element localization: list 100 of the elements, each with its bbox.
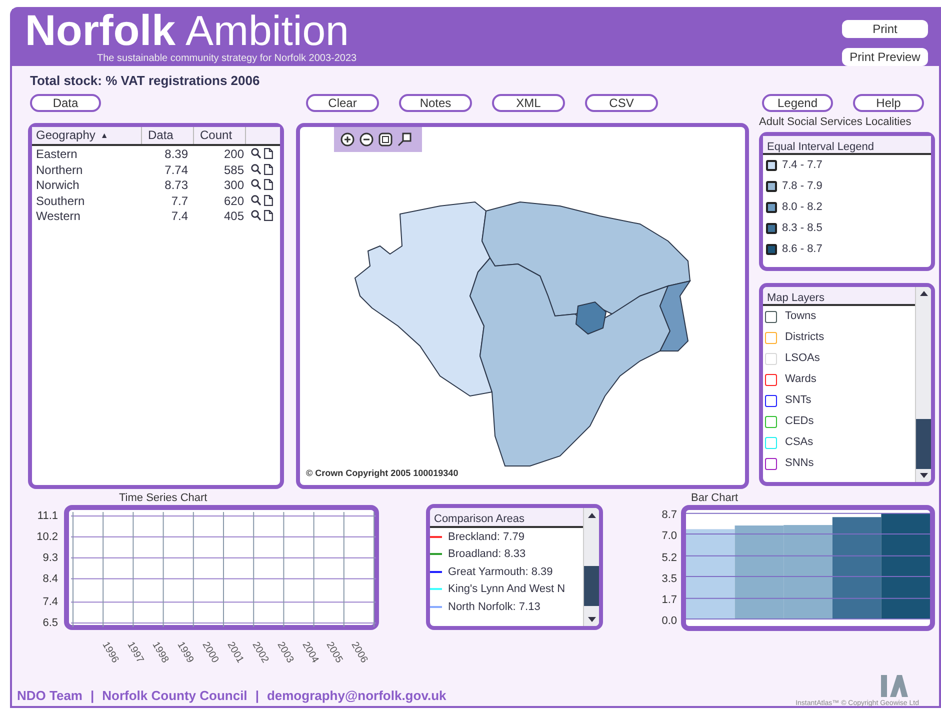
document-icon[interactable] — [264, 179, 273, 190]
panel-title: Map Layers — [763, 287, 915, 306]
legend-label: 7.8 - 7.9 — [782, 179, 822, 194]
separator: | — [90, 686, 94, 705]
legend-label: 8.0 - 8.2 — [782, 200, 822, 216]
map-region[interactable] — [481, 202, 691, 317]
axis-label: 10.2 — [36, 530, 58, 544]
axis-label: 9.3 — [42, 550, 58, 565]
logo-icon — [879, 673, 909, 699]
scroll-thumb[interactable] — [584, 566, 599, 606]
chart-title: Time Series Chart — [119, 492, 208, 505]
comparison-label[interactable]: North Norfolk: 7.13 — [448, 598, 540, 615]
panel-title: Comparison Areas — [430, 508, 583, 528]
table-cell-text: 7.4 — [170, 209, 189, 224]
brand-subtitle: The sustainable community strategy for Norfolk 2003-2023 — [97, 53, 357, 65]
scroll-thumb[interactable] — [916, 418, 931, 468]
table-cell-text: Eastern — [35, 147, 78, 162]
map-copyright: © Crown Copyright 2005 100019340 — [305, 468, 460, 480]
table-cell-text: 405 — [222, 209, 245, 224]
column-header[interactable]: Data — [142, 127, 194, 144]
table-cell-text: 300 — [222, 178, 245, 194]
brand-title: Norfolk — [25, 9, 176, 53]
layer-checkbox[interactable] — [765, 458, 777, 470]
layer-label[interactable]: SNTs — [785, 392, 812, 409]
document-icon[interactable] — [264, 210, 273, 221]
footer-link[interactable]: demography@norfolk.gov.uk — [266, 686, 446, 705]
print-button[interactable]: Print — [842, 20, 928, 38]
column-header[interactable]: Count — [194, 127, 246, 144]
pan-icon[interactable] — [397, 132, 412, 147]
axis-label: 7.4 — [42, 595, 58, 610]
footer-link[interactable]: NDO Team — [17, 686, 82, 705]
layer-label[interactable]: LSOAs — [785, 350, 820, 367]
scrollbar[interactable] — [583, 508, 599, 626]
table-cell-text: 585 — [222, 162, 245, 178]
table-cell-text: 8.39 — [164, 147, 189, 162]
scrollbar[interactable] — [915, 287, 931, 482]
axis-label: 8.7 — [662, 508, 677, 522]
footer-link[interactable]: Norfolk County Council — [102, 686, 248, 705]
map-region[interactable] — [659, 280, 692, 352]
toolbar-button[interactable]: Data — [30, 94, 101, 112]
comparison-label[interactable]: Breckland: 7.79 — [448, 528, 524, 545]
axis-label: 0.0 — [662, 614, 677, 628]
zoom-extent-icon[interactable] — [378, 132, 393, 147]
table-cell-text: Western — [35, 209, 82, 224]
document-icon[interactable] — [264, 164, 273, 174]
layer-label[interactable]: Wards — [785, 371, 816, 388]
layer-label[interactable]: Districts — [785, 329, 824, 346]
panel-title: Equal Interval Legend — [763, 136, 931, 155]
axis-label: 7.0 — [662, 529, 677, 543]
search-icon[interactable] — [251, 179, 261, 190]
chart-title: Bar Chart — [691, 492, 740, 505]
theme-label: Adult Social Services Localities — [759, 116, 912, 129]
zoom-in-icon[interactable] — [340, 132, 355, 147]
layer-label[interactable]: Towns — [785, 308, 816, 325]
map-region[interactable] — [575, 301, 607, 335]
brand-title: Ambition — [186, 9, 349, 53]
print-button[interactable]: Print Preview — [842, 48, 928, 66]
search-icon[interactable] — [251, 148, 261, 159]
table-cell-text: Norwich — [35, 178, 80, 194]
toolbar-button[interactable]: Legend — [762, 94, 833, 112]
table-cell-text: 7.7 — [170, 194, 189, 209]
toolbar-button[interactable]: Notes — [399, 94, 472, 112]
comparison-label[interactable]: Broadland: 8.33 — [448, 546, 526, 562]
legend-label: 8.6 - 8.7 — [782, 242, 822, 258]
layer-checkbox[interactable] — [765, 394, 777, 406]
toolbar-button[interactable]: XML — [492, 94, 565, 112]
separator: | — [255, 686, 259, 705]
table-cell-text: Southern — [35, 194, 86, 209]
comparison-label[interactable]: Great Yarmouth: 8.39 — [448, 564, 553, 580]
layer-label[interactable]: CSAs — [785, 434, 814, 451]
axis-label: 6.5 — [42, 616, 58, 630]
toolbar-button[interactable]: CSV — [585, 94, 658, 112]
axis-label: 11.1 — [37, 509, 58, 523]
legend-label: 8.3 - 8.5 — [782, 221, 822, 236]
layer-label[interactable]: SNNs — [785, 455, 814, 472]
axis-label: 1.7 — [662, 593, 677, 608]
layer-checkbox[interactable] — [765, 416, 777, 428]
comparison-label[interactable]: King's Lynn And West N — [448, 581, 566, 598]
column-header[interactable]: Geography ▲ — [32, 127, 142, 144]
toolbar-button[interactable]: Clear — [306, 94, 379, 112]
layer-checkbox[interactable] — [765, 332, 777, 344]
toolbar-button[interactable]: Help — [853, 94, 924, 112]
document-icon[interactable] — [264, 148, 273, 159]
search-icon[interactable] — [251, 194, 261, 206]
axis-label: 3.5 — [662, 572, 677, 586]
search-icon[interactable] — [251, 210, 261, 221]
layer-label[interactable]: CEDs — [785, 413, 814, 430]
table-cell-text: 620 — [222, 194, 245, 209]
legend-label: 7.4 - 7.7 — [782, 158, 822, 174]
indicator-title: Total stock: % VAT registrations 2006 — [30, 73, 261, 89]
table-cell-text: 8.73 — [164, 178, 189, 194]
document-icon[interactable] — [264, 194, 273, 206]
table-cell-text: 7.74 — [164, 162, 189, 178]
layer-checkbox[interactable] — [765, 310, 777, 322]
zoom-out-icon[interactable] — [359, 132, 374, 147]
layer-checkbox[interactable] — [765, 374, 777, 386]
table-cell-text: Northern — [35, 162, 84, 178]
search-icon[interactable] — [251, 164, 261, 174]
axis-label: 5.2 — [662, 550, 677, 565]
table-cell-text: 200 — [222, 147, 245, 162]
